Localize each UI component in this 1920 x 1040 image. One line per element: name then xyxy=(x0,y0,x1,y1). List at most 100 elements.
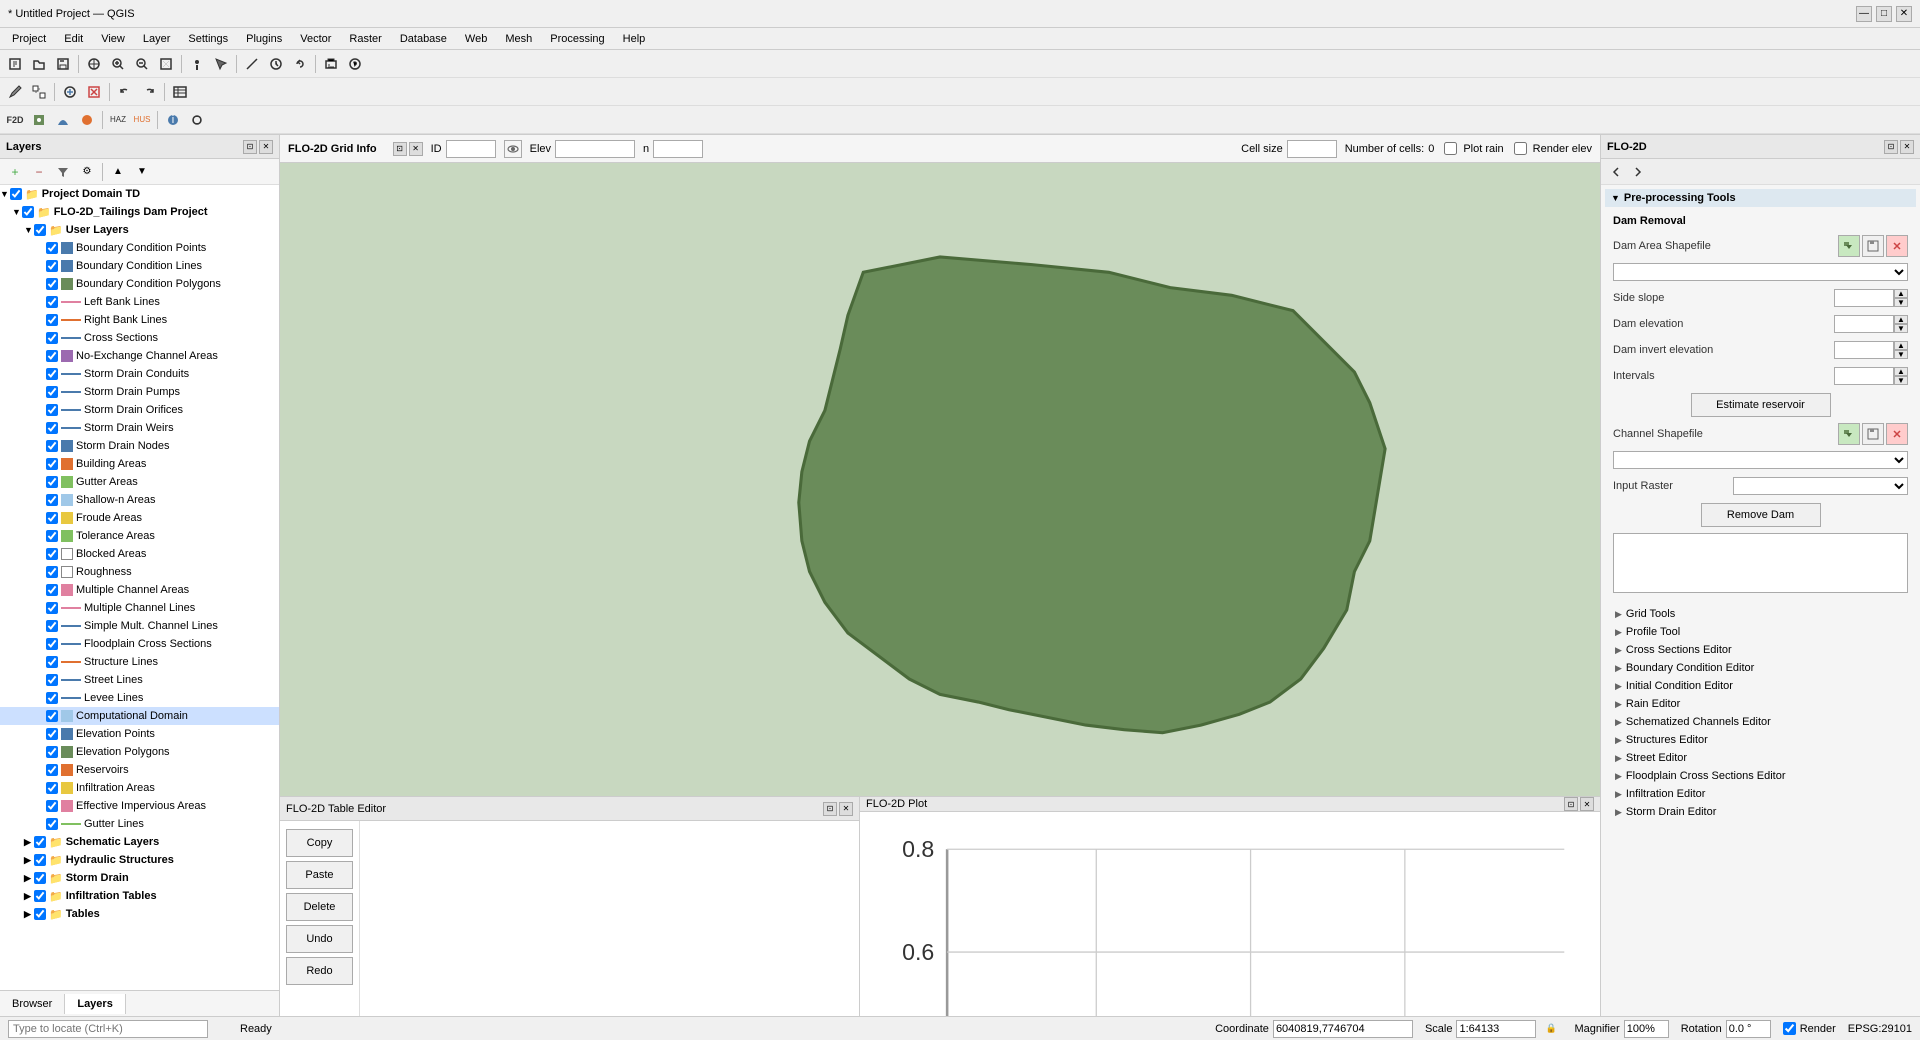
layer-checkbox-bcpoly[interactable] xyxy=(46,278,58,290)
dam-elev-input[interactable]: 0.00 xyxy=(1834,315,1894,333)
tool-schematized-channels-editor[interactable]: ▶Schematized Channels Editor xyxy=(1609,713,1912,731)
menu-item-project[interactable]: Project xyxy=(4,31,54,47)
tool-profile-tool[interactable]: ▶Profile Tool xyxy=(1609,623,1912,641)
tool-storm-drain-editor[interactable]: ▶Storm Drain Editor xyxy=(1609,803,1912,821)
elev-input[interactable] xyxy=(555,140,635,158)
hazus-btn2[interactable]: HUS xyxy=(131,109,153,131)
intervals-input[interactable]: 10 xyxy=(1834,367,1894,385)
layer-item-schematic-layers[interactable]: ▶📁Schematic Layers xyxy=(0,833,279,851)
layer-item-comp-domain[interactable]: Computational Domain xyxy=(0,707,279,725)
layer-item-project-domain[interactable]: ▼📁Project Domain TD xyxy=(0,185,279,203)
expand-icon-infiltration-tables[interactable]: ▶ xyxy=(24,891,34,902)
layer-checkbox-multichannel-lines[interactable] xyxy=(46,602,58,614)
layer-item-flo2d-tailings[interactable]: ▼📁FLO-2D_Tailings Dam Project xyxy=(0,203,279,221)
menu-item-web[interactable]: Web xyxy=(457,31,495,47)
layers-filter-btn[interactable] xyxy=(52,161,74,183)
layer-checkbox-gutter-areas[interactable] xyxy=(46,476,58,488)
layer-checkbox-structure-lines[interactable] xyxy=(46,656,58,668)
tool-structures-editor[interactable]: ▶Structures Editor xyxy=(1609,731,1912,749)
layer-checkbox-stormdrain-orifices[interactable] xyxy=(46,404,58,416)
input-raster-select[interactable] xyxy=(1733,477,1908,495)
layer-item-noexchange[interactable]: No-Exchange Channel Areas xyxy=(0,347,279,365)
scale-input[interactable] xyxy=(1456,1020,1536,1038)
layers-down-btn[interactable]: ▼ xyxy=(131,161,153,183)
layer-item-froude[interactable]: Froude Areas xyxy=(0,509,279,527)
new-project-btn[interactable] xyxy=(4,53,26,75)
locator-search[interactable] xyxy=(8,1020,208,1038)
zoom-full-btn[interactable] xyxy=(155,53,177,75)
pan-btn[interactable] xyxy=(83,53,105,75)
tool-floodplain-cross-sections-editor[interactable]: ▶Floodplain Cross Sections Editor xyxy=(1609,767,1912,785)
layer-checkbox-leftbank[interactable] xyxy=(46,296,58,308)
layers-remove-btn[interactable]: − xyxy=(28,161,50,183)
dam-area-save-btn[interactable] xyxy=(1862,235,1884,257)
render-elev-checkbox[interactable] xyxy=(1514,142,1527,155)
layers-close-btn[interactable]: ✕ xyxy=(259,140,273,154)
info-btn[interactable]: i xyxy=(162,109,184,131)
layer-checkbox-project-domain[interactable] xyxy=(10,188,22,200)
layer-item-blocked[interactable]: Blocked Areas xyxy=(0,545,279,563)
layer-item-infiltration-areas[interactable]: Infiltration Areas xyxy=(0,779,279,797)
zoom-out-btn[interactable] xyxy=(131,53,153,75)
menu-item-edit[interactable]: Edit xyxy=(56,31,91,47)
layer-item-bcl[interactable]: Boundary Condition Lines xyxy=(0,257,279,275)
layer-item-bcpoly[interactable]: Boundary Condition Polygons xyxy=(0,275,279,293)
eye-icon[interactable] xyxy=(504,140,522,158)
grid-float-btn[interactable]: ⊡ xyxy=(393,142,407,156)
menu-item-layer[interactable]: Layer xyxy=(135,31,179,47)
tool-street-editor[interactable]: ▶Street Editor xyxy=(1609,749,1912,767)
layer-checkbox-stormdrain-nodes[interactable] xyxy=(46,440,58,452)
measure-btn[interactable] xyxy=(241,53,263,75)
flo2d-close-btn[interactable]: ✕ xyxy=(1900,140,1914,154)
menu-item-mesh[interactable]: Mesh xyxy=(497,31,540,47)
dam-area-delete-btn[interactable] xyxy=(1886,235,1908,257)
layer-checkbox-roughness[interactable] xyxy=(46,566,58,578)
layer-item-tolerance[interactable]: Tolerance Areas xyxy=(0,527,279,545)
layers-tab[interactable]: Layers xyxy=(65,994,125,1014)
dam-area-select[interactable] xyxy=(1613,263,1908,281)
dam-invert-down[interactable]: ▼ xyxy=(1894,350,1908,359)
layer-item-tables[interactable]: ▶📁Tables xyxy=(0,905,279,923)
layer-checkbox-tolerance[interactable] xyxy=(46,530,58,542)
layer-checkbox-flo2d-tailings[interactable] xyxy=(22,206,34,218)
layer-item-stormdrain-orifices[interactable]: Storm Drain Orifices xyxy=(0,401,279,419)
layers-add-btn[interactable]: + xyxy=(4,161,26,183)
channel-delete-btn[interactable] xyxy=(1886,423,1908,445)
tool-rain-editor[interactable]: ▶Rain Editor xyxy=(1609,695,1912,713)
layer-checkbox-tables[interactable] xyxy=(34,908,46,920)
side-slope-down[interactable]: ▼ xyxy=(1894,298,1908,307)
help-btn[interactable] xyxy=(344,53,366,75)
layer-item-stormdrain-nodes[interactable]: Storm Drain Nodes xyxy=(0,437,279,455)
layer-checkbox-infiltration-tables[interactable] xyxy=(34,890,46,902)
tool-cross-sections-editor[interactable]: ▶Cross Sections Editor xyxy=(1609,641,1912,659)
layer-item-infiltration-tables[interactable]: ▶📁Infiltration Tables xyxy=(0,887,279,905)
layer-item-street-lines[interactable]: Street Lines xyxy=(0,671,279,689)
layer-checkbox-noexchange[interactable] xyxy=(46,350,58,362)
layer-item-gutter-lines[interactable]: Gutter Lines xyxy=(0,815,279,833)
zoom-in-btn[interactable] xyxy=(107,53,129,75)
flo2d-back-btn[interactable] xyxy=(1605,161,1627,183)
layer-item-structure-lines[interactable]: Structure Lines xyxy=(0,653,279,671)
preprocessing-section[interactable]: ▼ Pre-processing Tools xyxy=(1605,189,1916,207)
layer-item-stormdrain-weirs[interactable]: Storm Drain Weirs xyxy=(0,419,279,437)
layer-checkbox-levee-lines[interactable] xyxy=(46,692,58,704)
dam-invert-up[interactable]: ▲ xyxy=(1894,341,1908,350)
menu-item-database[interactable]: Database xyxy=(392,31,455,47)
layer-item-levee-lines[interactable]: Levee Lines xyxy=(0,689,279,707)
layer-checkbox-stormdrain-pumps[interactable] xyxy=(46,386,58,398)
save-btn[interactable] xyxy=(52,53,74,75)
maximize-button[interactable]: □ xyxy=(1876,6,1892,22)
te-float-btn[interactable]: ⊡ xyxy=(823,802,837,816)
browser-tab[interactable]: Browser xyxy=(0,994,65,1014)
layer-item-storm-drain[interactable]: ▶📁Storm Drain xyxy=(0,869,279,887)
flo2d-btn2[interactable] xyxy=(28,109,50,131)
layers-up-btn[interactable]: ▲ xyxy=(107,161,129,183)
dam-elev-down[interactable]: ▼ xyxy=(1894,324,1908,333)
minimize-button[interactable]: — xyxy=(1856,6,1872,22)
menu-item-processing[interactable]: Processing xyxy=(542,31,612,47)
node-tool[interactable] xyxy=(28,81,50,103)
redo-button[interactable]: Redo xyxy=(286,957,353,985)
channel-save-btn[interactable] xyxy=(1862,423,1884,445)
layer-item-reservoirs[interactable]: Reservoirs xyxy=(0,761,279,779)
identify-btn[interactable] xyxy=(186,53,208,75)
